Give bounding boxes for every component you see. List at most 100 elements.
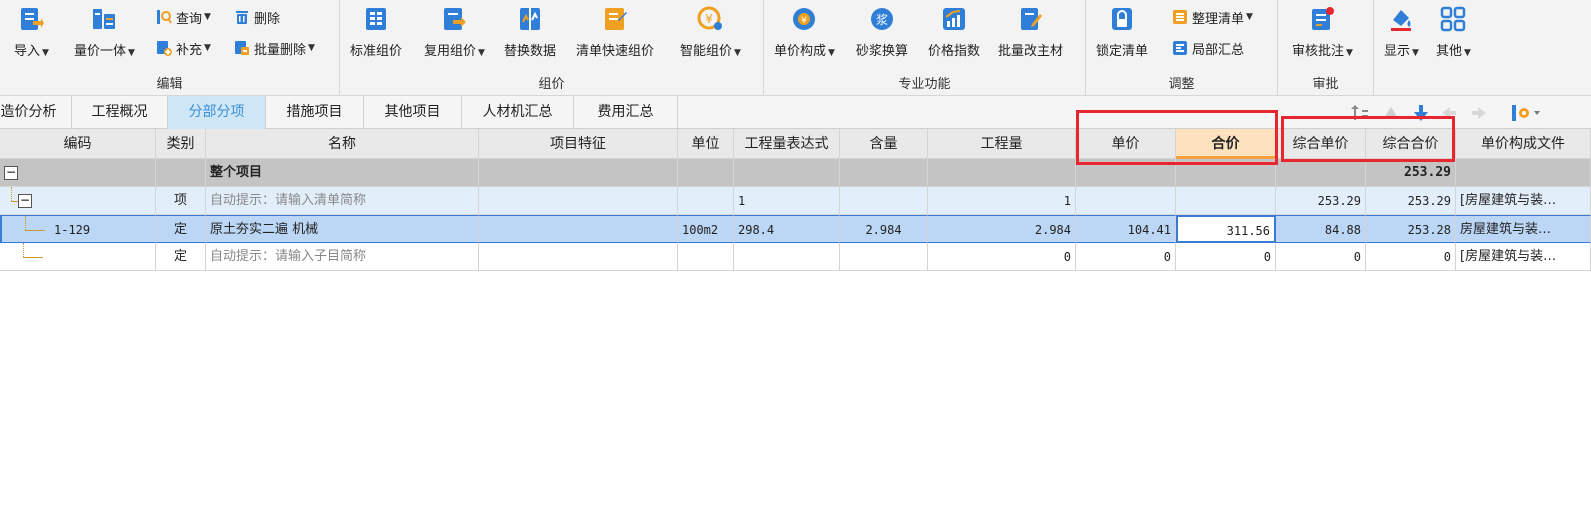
cell-total-price[interactable]: 311.56 (1176, 215, 1276, 243)
col-header-price-composition-file[interactable]: 单价构成文件 (1456, 129, 1591, 159)
cell-quantity[interactable]: 0 (928, 243, 1076, 271)
cell-quantity[interactable]: 2.984 (928, 215, 1076, 243)
partial-summary-button[interactable]: 局部汇总 (1172, 37, 1244, 59)
reuse-pricing-button[interactable]: 复用组价 ▼ (424, 4, 485, 66)
tab-labor-material-summary[interactable]: 人材机汇总 (462, 96, 574, 129)
col-header-type[interactable]: 类别 (156, 129, 206, 159)
sort-icon[interactable] (1350, 104, 1370, 122)
smart-pricing-button[interactable]: ¥ 智能组价 ▼ (680, 4, 741, 66)
cell-name[interactable]: 原土夯实二遍 机械 (206, 215, 479, 243)
move-left-icon[interactable] (1440, 104, 1458, 122)
cell-price-composition-file[interactable]: [房屋建筑与装… (1456, 187, 1591, 215)
standard-pricing-icon (366, 8, 386, 30)
table-row-blank[interactable]: 定 自动提示：请输入子目简称 0 0 0 0 0 [房屋建筑与装… (0, 243, 1591, 271)
delete-button[interactable]: 删除 (234, 6, 280, 28)
cell-price-composition-file[interactable]: 房屋建筑与装… (1456, 215, 1591, 243)
cell-code[interactable]: 1-129 (54, 216, 90, 242)
cell-content[interactable]: 2.984 (840, 215, 928, 243)
cell-unit[interactable]: 100m2 (678, 215, 734, 243)
cell-name[interactable]: 自动提示：请输入清单简称 (206, 187, 479, 215)
col-header-unit-price[interactable]: 单价 (1076, 129, 1176, 159)
dropdown-caret-icon: ▼ (42, 48, 49, 58)
cell-name[interactable]: 整个项目 (206, 159, 479, 187)
group-label-review: 审批 (1312, 77, 1339, 92)
dropdown-caret-icon: ▼ (734, 48, 741, 58)
replace-data-button[interactable]: 替换数据 (504, 4, 556, 66)
ribbon-group-review: 审核批注 ▼ 审批 (1278, 0, 1374, 96)
cell-type[interactable]: 定 (156, 215, 206, 243)
cell-type[interactable]: 项 (156, 187, 206, 215)
qty-price-icon (93, 9, 116, 29)
move-right-icon[interactable] (1470, 104, 1488, 122)
cell-comprehensive-total[interactable]: 253.28 (1366, 215, 1456, 243)
cell-comprehensive-total[interactable]: 0 (1366, 243, 1456, 271)
col-header-qty-expression[interactable]: 工程量表达式 (734, 129, 840, 159)
review-annotate-button[interactable]: 审核批注 ▼ (1292, 4, 1353, 66)
tab-cost-summary[interactable]: 费用汇总 (574, 96, 678, 129)
mortar-conversion-button[interactable]: 浆 砂浆换算 (856, 4, 908, 66)
cell-comprehensive-unit-price[interactable]: 253.29 (1276, 187, 1366, 215)
table-row-total[interactable]: − 整个项目 253.29 (0, 159, 1591, 187)
ribbon-group-special: ¥ 单价构成 ▼ 浆 砂浆换算 价格指数 批量改主材 专业功能 (764, 0, 1086, 96)
col-header-code[interactable]: 编码 (0, 129, 156, 159)
cell-unit-price[interactable]: 0 (1076, 243, 1176, 271)
collapse-icon[interactable]: − (4, 166, 18, 180)
cell-type[interactable]: 定 (156, 243, 206, 271)
mortar-conversion-icon: 浆 (871, 8, 893, 30)
dropdown-caret-icon: ▼ (128, 48, 135, 58)
cell-price-composition-file[interactable]: [房屋建筑与装… (1456, 243, 1591, 271)
cell-comprehensive-unit-price[interactable]: 84.88 (1276, 215, 1366, 243)
tab-measures[interactable]: 措施项目 (266, 96, 364, 129)
lock-list-button[interactable]: 锁定清单 (1096, 4, 1148, 66)
cell-comprehensive-total[interactable]: 253.29 (1366, 159, 1456, 187)
batch-delete-icon (235, 41, 249, 55)
ribbon-toolbar: 导入▼ 量价一体▼ 查询▼ 删除 补充▼ 批量删除▼ 编辑 标准组价 (0, 0, 1591, 96)
cell-qty-expression[interactable]: 1 (734, 187, 840, 215)
batch-delete-button[interactable]: 批量删除 ▼ (234, 37, 315, 59)
cell-qty-expression[interactable]: 298.4 (734, 215, 840, 243)
col-header-unit[interactable]: 单位 (678, 129, 734, 159)
qty-price-button[interactable]: 量价一体 ▼ (74, 4, 135, 66)
dropdown-caret-icon: ▼ (1464, 48, 1471, 58)
tab-project-overview[interactable]: 工程概况 (72, 96, 168, 129)
col-header-comprehensive-unit-price[interactable]: 综合单价 (1276, 129, 1366, 159)
settings-dropdown-icon[interactable] (1510, 104, 1542, 122)
organize-list-icon (1173, 10, 1187, 24)
move-up-icon[interactable] (1382, 104, 1400, 122)
lock-icon (1112, 8, 1132, 30)
other-button[interactable]: 其他 ▼ (1436, 4, 1471, 66)
dropdown-caret-icon: ▼ (828, 48, 835, 58)
import-button[interactable]: 导入 ▼ (14, 4, 49, 66)
cell-comprehensive-unit-price[interactable]: 0 (1276, 243, 1366, 271)
cell-comprehensive-total[interactable]: 253.29 (1366, 187, 1456, 215)
tab-other-items[interactable]: 其他项目 (364, 96, 462, 129)
cell-name[interactable]: 自动提示：请输入子目简称 (206, 243, 479, 271)
unit-price-composition-button[interactable]: ¥ 单价构成 ▼ (774, 4, 835, 66)
cell-unit-price[interactable]: 104.41 (1076, 215, 1176, 243)
col-header-quantity[interactable]: 工程量 (928, 129, 1076, 159)
table-row-item[interactable]: − 项 自动提示：请输入清单简称 1 1 253.29 253.29 [房屋建筑… (0, 187, 1591, 215)
display-button[interactable]: 显示 ▼ (1384, 4, 1419, 66)
col-header-features[interactable]: 项目特征 (479, 129, 678, 159)
cell-total-price[interactable]: 0 (1176, 243, 1276, 271)
move-down-icon[interactable] (1412, 104, 1430, 122)
col-header-name[interactable]: 名称 (206, 129, 479, 159)
smart-pricing-icon: ¥ (697, 6, 723, 30)
standard-pricing-button[interactable]: 标准组价 (350, 4, 402, 66)
collapse-icon[interactable]: − (18, 194, 32, 208)
tab-cost-analysis[interactable]: 造价分析 (0, 96, 72, 129)
col-header-total-price[interactable]: 合价 (1176, 129, 1276, 159)
organize-list-button[interactable]: 整理清单 ▼ (1172, 6, 1253, 28)
table-row-selected[interactable]: 1-129 定 原土夯实二遍 机械 100m2 298.4 2.984 2.98… (0, 215, 1591, 243)
grid-header: 编码 类别 名称 项目特征 单位 工程量表达式 含量 工程量 单价 合价 综合单… (0, 129, 1591, 159)
group-label-adjust: 调整 (1168, 77, 1195, 92)
query-button[interactable]: 查询 ▼ (156, 6, 211, 28)
col-header-comprehensive-total[interactable]: 综合合价 (1366, 129, 1456, 159)
price-index-button[interactable]: 价格指数 (928, 4, 980, 66)
batch-main-material-button[interactable]: 批量改主材 (998, 4, 1063, 66)
cell-quantity[interactable]: 1 (928, 187, 1076, 215)
tab-sub-items[interactable]: 分部分项 (168, 96, 266, 129)
supplement-button[interactable]: 补充 ▼ (156, 37, 211, 59)
quick-pricing-button[interactable]: 清单快速组价 (576, 4, 654, 66)
col-header-content[interactable]: 含量 (840, 129, 928, 159)
